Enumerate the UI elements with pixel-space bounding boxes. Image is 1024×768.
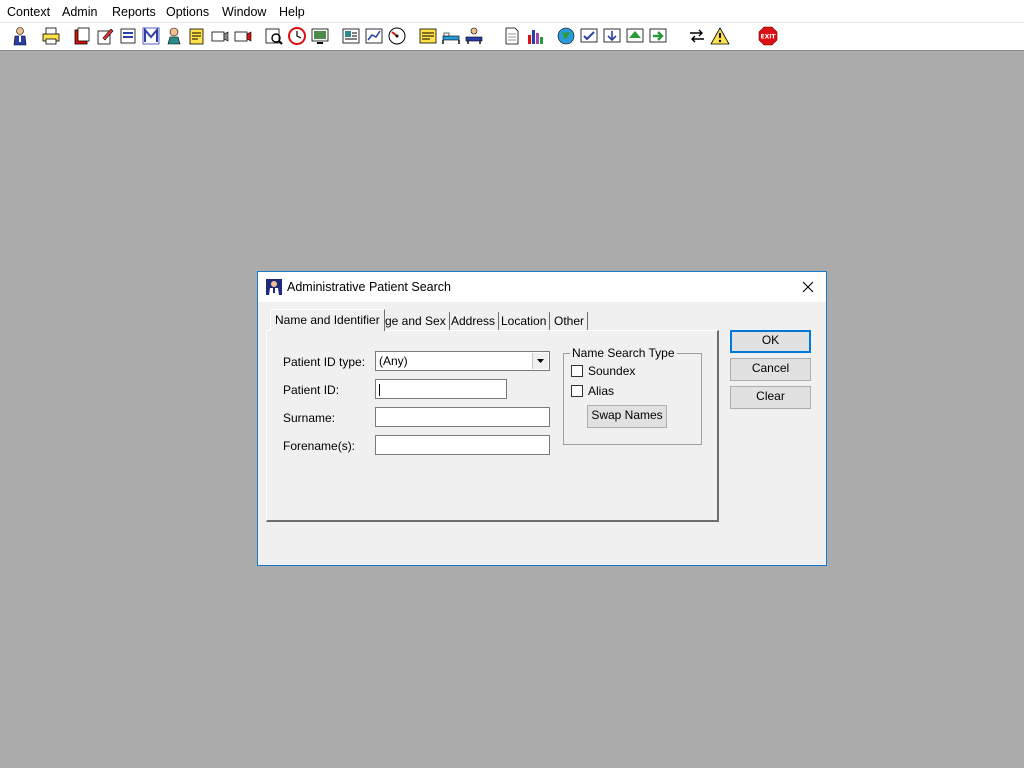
surname-input[interactable] — [375, 407, 550, 427]
alias-checkbox[interactable] — [571, 385, 583, 397]
globe-icon[interactable] — [556, 26, 576, 46]
patient-id-type-label: Patient ID type: — [283, 355, 366, 369]
warning-icon[interactable] — [710, 26, 730, 46]
ok-button[interactable]: OK — [730, 330, 811, 353]
search-doc-icon[interactable] — [118, 26, 138, 46]
menu-help[interactable]: Help — [272, 4, 312, 20]
tab-address[interactable]: Address — [448, 312, 500, 330]
clock-icon[interactable] — [287, 26, 307, 46]
chevron-down-icon[interactable] — [532, 353, 548, 369]
menu-admin[interactable]: Admin — [55, 4, 104, 20]
svg-text:EXIT: EXIT — [760, 34, 776, 41]
monitor-icon[interactable] — [310, 26, 330, 46]
m-icon[interactable] — [141, 26, 161, 46]
magnify-icon[interactable] — [264, 26, 284, 46]
tab-name-and-identifier[interactable]: Name and Identifier — [270, 309, 385, 331]
patient-id-type-value: (Any) — [379, 354, 408, 368]
tab-other[interactable]: Other — [551, 312, 589, 330]
exit-icon[interactable]: EXIT — [758, 26, 778, 46]
document-icon[interactable] — [502, 26, 522, 46]
tab-location[interactable]: Location — [498, 312, 551, 330]
menu-options[interactable]: Options — [159, 4, 216, 20]
bed-icon[interactable] — [441, 26, 461, 46]
forenames-input[interactable] — [375, 435, 550, 455]
doctor-icon[interactable] — [164, 26, 184, 46]
printer-icon[interactable] — [41, 26, 61, 46]
tab-age-and-sex[interactable]: Age and Sex — [374, 312, 450, 330]
soundex-label: Soundex — [588, 364, 636, 378]
forenames-label: Forename(s): — [283, 439, 356, 453]
chart-icon[interactable] — [364, 26, 384, 46]
notes-icon[interactable] — [187, 26, 207, 46]
close-icon[interactable] — [796, 275, 820, 299]
name-search-type-title: Name Search Type — [570, 346, 677, 360]
app-icon — [266, 279, 282, 295]
text-cursor — [379, 383, 380, 396]
menu-window[interactable]: Window — [215, 4, 273, 20]
dialog-title: Administrative Patient Search — [287, 280, 451, 294]
book-icon[interactable] — [72, 26, 92, 46]
menu-reports[interactable]: Reports — [105, 4, 163, 20]
note-icon[interactable] — [418, 26, 438, 46]
patient-id-label: Patient ID: — [283, 383, 340, 397]
gauge-icon[interactable] — [387, 26, 407, 46]
down-arrow-icon[interactable] — [602, 26, 622, 46]
bar-chart-icon[interactable] — [525, 26, 545, 46]
patient-id-type-select[interactable]: (Any) — [375, 351, 550, 371]
alias-label: Alias — [588, 384, 615, 398]
dialog-titlebar: Administrative Patient Search — [258, 272, 826, 302]
surname-label: Surname: — [283, 411, 336, 425]
green-arrow2-icon[interactable] — [648, 26, 668, 46]
toolbar: EXIT — [0, 22, 1024, 51]
menu-context[interactable]: Context — [0, 4, 57, 20]
edit-icon[interactable] — [95, 26, 115, 46]
check-icon[interactable] — [579, 26, 599, 46]
swap-names-button[interactable]: Swap Names — [587, 405, 667, 428]
report-icon[interactable] — [341, 26, 361, 46]
transfer-icon[interactable] — [464, 26, 484, 46]
menu-bar: Context Admin Reports Options Window Hel… — [0, 0, 1024, 22]
patient-search-dialog: Administrative Patient Search Name and I… — [257, 271, 827, 566]
cancel-button[interactable]: Cancel — [730, 358, 811, 381]
clear-button[interactable]: Clear — [730, 386, 811, 409]
swap-icon[interactable] — [687, 26, 707, 46]
green-arrow-icon[interactable] — [625, 26, 645, 46]
person-icon[interactable] — [10, 26, 30, 46]
camera-icon[interactable] — [210, 26, 230, 46]
camera2-icon[interactable] — [233, 26, 253, 46]
soundex-checkbox[interactable] — [571, 365, 583, 377]
patient-id-input[interactable] — [375, 379, 507, 399]
